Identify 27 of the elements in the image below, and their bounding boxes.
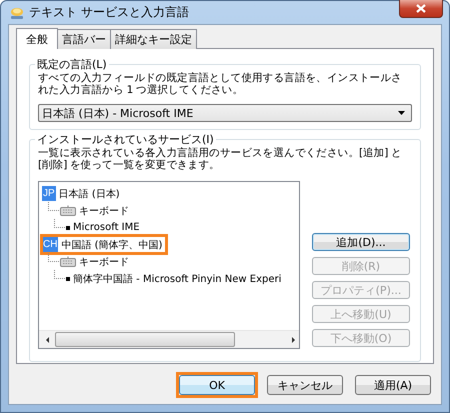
bullet-icon [66, 276, 70, 280]
window-title: テキスト サービスと入力言語 [29, 4, 190, 21]
tab[interactable]: 詳細なキー設定 [110, 29, 197, 49]
tree-item[interactable]: 日本語 (日本) [58, 186, 120, 200]
group-label: インストールされているサービス(I) [36, 132, 215, 147]
tree-item[interactable]: 簡体字中国語 - Microsoft Pinyin New Experi [73, 272, 282, 286]
tree-item[interactable]: Microsoft IME [73, 222, 140, 233]
close-button[interactable] [399, 0, 443, 18]
description-text: 一覧に表示されている各入力言語用のサービスを選んでください。[追加] と [削除] を使って一覧を変更できます。 [38, 147, 403, 171]
tab[interactable]: 全般 [16, 28, 58, 49]
language-badge: CH [42, 237, 58, 252]
tree-item[interactable]: キーボード [79, 254, 129, 268]
group-label: 既定の言語(L) [36, 57, 108, 72]
tree-item[interactable]: キーボード [79, 204, 129, 218]
tree-item[interactable]: 中国語 (簡体字、中国) [61, 238, 162, 252]
close-icon [416, 4, 426, 13]
button[interactable]: 追加(D)... [312, 233, 410, 251]
language-badge: JP [42, 186, 56, 201]
button[interactable]: OK [179, 375, 255, 395]
bullet-icon [66, 226, 70, 230]
button[interactable]: 適用(A) [355, 375, 431, 395]
tab[interactable]: 言語バー [57, 29, 111, 49]
language-dropdown[interactable]: 日本語 (日本) - Microsoft IME [38, 104, 412, 122]
description-text: すべての入力フィールドの既定言語として使用する言語を、インストールされた入力言語から 1 つ選択してください。 [38, 72, 403, 96]
button[interactable]: キャンセル [267, 375, 343, 395]
dropdown-arrow-icon [398, 111, 405, 115]
horizontal-scrollbar[interactable] [39, 330, 299, 348]
